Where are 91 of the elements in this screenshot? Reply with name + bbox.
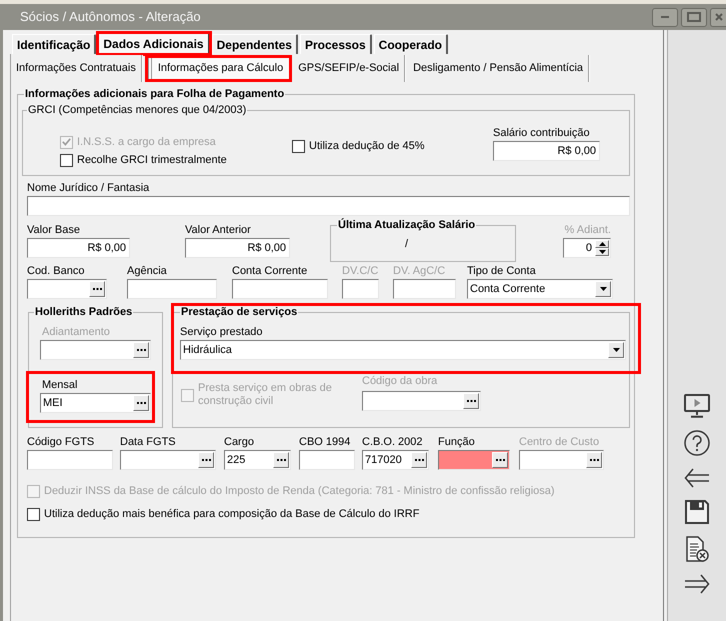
- field-label: Conta Corrente: [232, 264, 308, 278]
- field-label: Salário contribuição: [493, 126, 590, 140]
- field-label: Função: [438, 435, 475, 449]
- lookup-button[interactable]: [411, 452, 427, 468]
- caret-down-icon: [600, 287, 606, 291]
- checkbox-label: Utiliza dedução de 45%: [309, 138, 425, 154]
- lookup-field[interactable]: [120, 450, 216, 470]
- help-icon[interactable]: [684, 430, 710, 456]
- field-label: Agência: [127, 264, 167, 278]
- field-label: Cod. Banco: [27, 264, 84, 278]
- maximize-icon: [687, 12, 701, 22]
- tab[interactable]: Identificação: [12, 34, 96, 54]
- lookup-field[interactable]: MEI: [40, 393, 151, 413]
- dropdown-button[interactable]: [608, 342, 624, 358]
- group-title: Prestação de serviços: [180, 306, 298, 319]
- group-title: Informações adicionais para Folha de Pagamento: [24, 88, 286, 101]
- spin-down-button[interactable]: [595, 248, 609, 256]
- lookup-field[interactable]: [27, 279, 107, 299]
- checkbox-label: Recolhe GRCI trimestralmente: [77, 152, 227, 168]
- field-label: DV. AgC/C: [393, 264, 446, 278]
- field-label: Mensal: [42, 378, 78, 392]
- field-label: Código da obra: [362, 374, 438, 388]
- lookup-field[interactable]: [40, 340, 151, 360]
- window-title: Sócios / Autônomos - Alteração: [20, 8, 201, 26]
- field-label: % Adiant.: [564, 223, 611, 237]
- document-delete-icon[interactable]: [685, 536, 709, 562]
- close-button[interactable]: [710, 8, 726, 26]
- monitor-play-icon[interactable]: [684, 394, 710, 418]
- lookup-button[interactable]: [89, 281, 105, 297]
- save-icon[interactable]: [685, 500, 709, 524]
- field-label: CBO 1994: [299, 435, 350, 449]
- minimize-icon: [661, 16, 669, 18]
- field-label: Tipo de Conta: [467, 264, 536, 278]
- input-field[interactable]: [393, 279, 456, 299]
- field-label: Valor Anterior: [185, 223, 251, 237]
- input-field[interactable]: [342, 279, 379, 299]
- dropdown-field[interactable]: Conta Corrente: [467, 279, 613, 299]
- checkbox-label: Utiliza dedução mais benéfica para composição da Base de Cálculo do IRRF: [44, 506, 420, 522]
- spin-up-button[interactable]: [595, 240, 609, 248]
- dropdown-field[interactable]: Hidráulica: [180, 340, 626, 360]
- input-field[interactable]: [27, 450, 113, 470]
- lookup-button[interactable]: [492, 452, 508, 468]
- checkbox[interactable]: [60, 154, 73, 166]
- tab[interactable]: Processos: [300, 34, 372, 54]
- tab[interactable]: Cooperado: [374, 34, 448, 54]
- triangle-up-icon: [598, 242, 606, 246]
- checkbox-label: Presta serviço em obras de construção civil: [198, 382, 333, 408]
- input-field[interactable]: R$ 0,00: [493, 141, 600, 161]
- lookup-button[interactable]: [273, 452, 289, 468]
- lookup-button[interactable]: [133, 342, 149, 358]
- input-field[interactable]: [127, 279, 217, 299]
- caret-down-icon: [598, 250, 606, 254]
- minimize-button[interactable]: [652, 8, 678, 26]
- group-title: Última Atualização Salário: [337, 219, 476, 232]
- input-field[interactable]: [299, 450, 355, 470]
- checkbox-label: I.N.S.S. a cargo da empresa: [77, 134, 216, 150]
- lookup-button[interactable]: [198, 452, 214, 468]
- field-label: DV.C/C: [342, 264, 378, 278]
- input-field[interactable]: [232, 279, 328, 299]
- input-field[interactable]: [27, 196, 630, 216]
- group-title: GRCI (Competências menores que 04/2003): [27, 104, 248, 117]
- checkbox[interactable]: [292, 140, 305, 152]
- lookup-field[interactable]: [438, 450, 510, 470]
- lookup-button[interactable]: [463, 393, 479, 409]
- field-label: Centro de Custo: [519, 435, 600, 449]
- maximize-button[interactable]: [681, 8, 707, 26]
- dropdown-button[interactable]: [595, 281, 611, 297]
- lookup-field[interactable]: 717020: [362, 450, 429, 470]
- field-label: Código FGTS: [27, 435, 94, 449]
- field-label: Cargo: [224, 435, 254, 449]
- lookup-field[interactable]: [362, 391, 481, 411]
- checkbox[interactable]: [27, 508, 40, 520]
- field-label: Data FGTS: [120, 435, 176, 449]
- caret-down-icon: [612, 348, 620, 352]
- date-value: /: [405, 237, 408, 251]
- input-field[interactable]: R$ 0,00: [27, 238, 130, 258]
- input-field[interactable]: R$ 0,00: [185, 238, 290, 258]
- arrow-left-icon[interactable]: [684, 468, 710, 488]
- checkmark-icon: [62, 138, 71, 146]
- checkbox-label: Deduzir INSS da Base de cálculo do Imposto de Renda (Categoria: 781 - Ministro de confissão religiosa): [44, 484, 555, 499]
- field-label: Serviço prestado: [180, 325, 263, 339]
- lookup-field[interactable]: 225: [224, 450, 291, 470]
- arrow-right-icon[interactable]: [684, 574, 710, 594]
- field-label: Valor Base: [27, 223, 80, 237]
- close-icon: [714, 13, 722, 21]
- field-label: C.B.O. 2002: [362, 435, 423, 449]
- field-label: Nome Jurídico / Fantasia: [27, 181, 150, 195]
- field-label: Adiantamento: [42, 325, 110, 339]
- group-title: Holleriths Padrões: [34, 306, 134, 319]
- lookup-button[interactable]: [133, 395, 149, 411]
- tab[interactable]: Dependentes: [212, 34, 298, 54]
